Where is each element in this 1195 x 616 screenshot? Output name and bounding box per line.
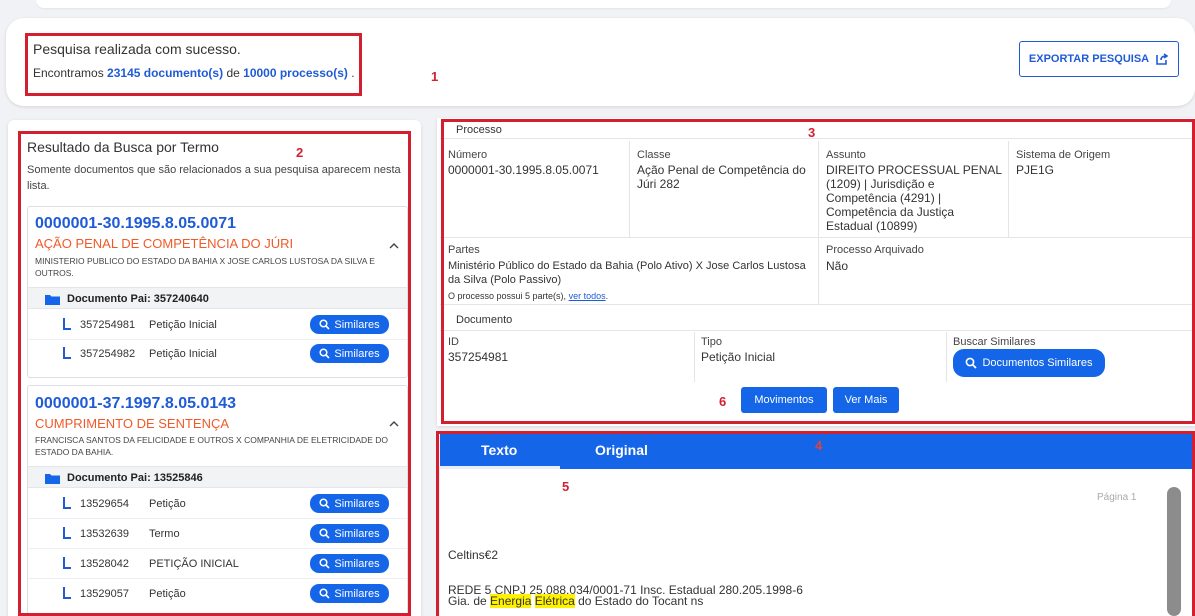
annotation-number: 2 — [296, 145, 304, 160]
export-icon — [1156, 53, 1169, 65]
annotation-number: 3 — [808, 125, 816, 140]
annotation-box — [25, 33, 362, 96]
annotation-number: 5 — [562, 479, 570, 494]
top-strip — [36, 0, 1171, 8]
annotation-number: 1 — [431, 69, 439, 84]
annotation-number: 4 — [815, 438, 823, 453]
annotation-box — [436, 431, 1195, 616]
annotation-box — [441, 119, 1195, 424]
annotation-number: 6 — [719, 394, 727, 409]
export-search-button[interactable]: EXPORTAR PESQUISA — [1019, 41, 1179, 77]
annotation-box — [18, 131, 411, 616]
